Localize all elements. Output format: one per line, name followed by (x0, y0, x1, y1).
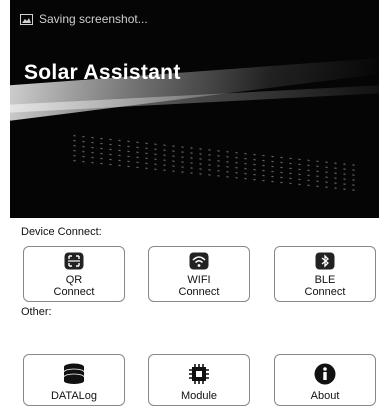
about-label: About (310, 390, 340, 402)
wifi-label-line2: Connect (178, 286, 220, 298)
qr-connect-label: QR Connect (54, 274, 95, 298)
wifi-label-line1: WIFI (187, 274, 211, 286)
image-icon (20, 13, 33, 25)
device-connect-label: Device Connect: (21, 226, 102, 238)
wifi-connect-label: WIFI Connect (179, 274, 220, 298)
app-title: Solar Assistant (24, 61, 181, 84)
wifi-icon (189, 251, 209, 271)
wifi-connect-button[interactable]: WIFI Connect (148, 246, 250, 302)
hero-banner (10, 0, 379, 218)
ble-label-line1: BLE (314, 274, 336, 286)
other-label: Other: (21, 306, 52, 318)
qr-label-line1: QR (65, 274, 83, 286)
database-icon (63, 363, 85, 385)
module-button[interactable]: Module (148, 354, 250, 406)
qr-connect-button[interactable]: QR Connect (23, 246, 125, 302)
datalog-button[interactable]: DATALog (23, 354, 125, 406)
datalog-label: DATALog (50, 390, 98, 402)
module-label: Module (180, 390, 218, 402)
qr-scan-icon (64, 251, 84, 271)
chip-icon (188, 363, 210, 385)
info-icon (314, 363, 336, 385)
about-button[interactable]: About (274, 354, 376, 406)
bluetooth-icon (315, 251, 335, 271)
ble-label-line2: Connect (304, 286, 346, 298)
status-bar: Saving screenshot... (20, 12, 148, 26)
status-text: Saving screenshot... (39, 12, 148, 26)
ble-connect-button[interactable]: BLE Connect (274, 246, 376, 302)
qr-label-line2: Connect (53, 286, 95, 298)
ble-connect-label: BLE Connect (305, 274, 346, 298)
light-trail-dots (70, 132, 360, 194)
